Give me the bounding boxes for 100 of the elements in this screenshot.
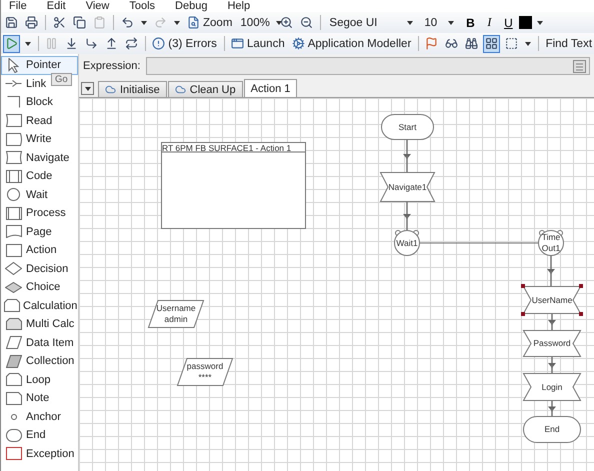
caret-icon[interactable] xyxy=(525,42,532,46)
binoculars-icon xyxy=(465,37,478,50)
dashed-square-icon xyxy=(505,37,518,50)
menu-item[interactable]: Tools xyxy=(129,0,156,12)
navigate-shape-icon xyxy=(6,151,22,164)
data-item-node[interactable]: Username admin xyxy=(148,300,204,328)
page-tab[interactable]: Action 1 xyxy=(244,79,298,97)
palette-item[interactable]: Pointer xyxy=(1,56,78,74)
exception-shape-icon xyxy=(6,447,22,460)
dataitem-shape-icon xyxy=(6,336,22,350)
palette-item[interactable]: Page xyxy=(1,222,78,241)
navigate-node[interactable]: Login xyxy=(523,373,581,401)
palette-item[interactable]: Multi Calc xyxy=(1,315,78,334)
toolbar-button[interactable]: (3) Errors xyxy=(150,34,219,52)
terminal-node[interactable]: End xyxy=(523,416,581,443)
wait-node[interactable]: Time Out1 xyxy=(538,230,564,256)
palette-item[interactable]: Write xyxy=(1,130,78,148)
calculator-icon[interactable] xyxy=(573,60,586,72)
terminal-node[interactable]: Start xyxy=(381,114,434,140)
pointer-shape-icon xyxy=(8,58,19,73)
toolbar-button[interactable]: Find Text xyxy=(544,34,594,52)
menu-item[interactable]: Help xyxy=(227,0,250,12)
wait-shape-icon xyxy=(7,188,20,202)
zoom-out-icon xyxy=(300,16,314,29)
caret-icon[interactable] xyxy=(537,20,544,24)
caret-icon[interactable] xyxy=(174,20,180,24)
process-shape-icon xyxy=(6,206,22,220)
step-over-icon xyxy=(85,37,98,50)
page-shape-icon xyxy=(6,225,22,238)
palette-item[interactable]: Decision xyxy=(1,260,78,278)
palette-item[interactable]: Anchor xyxy=(1,408,78,426)
navigate-node[interactable]: Password xyxy=(523,330,581,357)
expression-field[interactable] xyxy=(146,57,590,75)
glasses-icon xyxy=(445,37,458,50)
data-item-node[interactable]: password **** xyxy=(177,358,233,386)
palette-item[interactable]: Block xyxy=(1,93,78,112)
connector-arrow xyxy=(403,140,411,172)
palette-item[interactable]: Note xyxy=(1,389,78,408)
format-button[interactable]: U xyxy=(500,16,516,30)
menu-item[interactable]: Edit xyxy=(46,0,66,12)
caret-icon[interactable] xyxy=(141,20,147,24)
code-shape-icon xyxy=(6,170,22,183)
palette-item[interactable]: Action xyxy=(1,241,78,260)
multicalc-shape-icon xyxy=(6,318,22,331)
calculation-shape-icon xyxy=(4,299,20,312)
color-swatch[interactable] xyxy=(519,16,532,29)
palette-item[interactable]: Collection xyxy=(1,352,78,370)
menu-item[interactable]: Debug xyxy=(175,0,208,12)
block-shape-icon xyxy=(7,96,20,108)
combo-box[interactable]: Segoe UI xyxy=(326,14,418,31)
connector-arrow xyxy=(403,202,411,230)
palette-item[interactable]: Exception xyxy=(1,444,78,463)
redo-icon xyxy=(154,16,167,29)
grid-icon xyxy=(485,37,498,50)
page-tab[interactable]: Initialise xyxy=(98,81,167,97)
toolbar-button[interactable]: Application Modeller xyxy=(290,34,414,52)
link-shape-icon xyxy=(5,80,22,88)
pause-icon xyxy=(45,37,58,50)
palette-item[interactable]: Code xyxy=(1,167,78,186)
palette-item[interactable]: End xyxy=(1,426,78,444)
diagram-canvas[interactable]: RT 6PM FB SURFACE1 - Action 1 Start Navigate1 Wait1 Time Out1 UserName Password Login End Username admin password **** xyxy=(79,97,594,471)
collection-shape-icon xyxy=(6,354,22,368)
combo-box[interactable]: 10 xyxy=(421,14,460,31)
connector-arrow xyxy=(548,357,556,373)
caret-icon[interactable] xyxy=(25,42,31,46)
save-icon xyxy=(5,16,18,29)
copy-button[interactable] xyxy=(71,14,88,32)
print-icon xyxy=(25,16,38,29)
play-button[interactable] xyxy=(3,34,20,52)
navigate-node[interactable]: UserName xyxy=(523,286,581,314)
anchor-shape-icon xyxy=(10,414,16,420)
palette-item[interactable]: Wait xyxy=(1,186,78,204)
gear-icon xyxy=(292,37,305,50)
toolbar-button[interactable]: Launch xyxy=(228,34,287,52)
navigate-node[interactable]: Navigate1 xyxy=(380,172,435,202)
grid-button[interactable] xyxy=(483,34,500,52)
palette-item[interactable]: Loop xyxy=(1,370,78,389)
repeat-icon xyxy=(125,37,138,50)
page-tab[interactable]: Clean Up xyxy=(168,81,243,97)
decision-shape-icon xyxy=(5,262,22,276)
cloud-icon xyxy=(174,84,186,95)
tab-list-button[interactable] xyxy=(81,82,94,95)
subsheet-frame[interactable] xyxy=(161,142,306,229)
palette-item[interactable]: Choice xyxy=(1,278,78,296)
read-shape-icon xyxy=(6,114,22,128)
palette-item[interactable]: Read xyxy=(1,112,78,130)
menu-item[interactable]: View xyxy=(86,0,110,12)
palette-item[interactable]: Process xyxy=(1,204,78,222)
toolbar-button[interactable]: Zoom xyxy=(185,14,234,32)
palette-item[interactable]: Calculation xyxy=(1,296,78,315)
format-button[interactable]: B xyxy=(462,16,478,30)
note-shape-icon xyxy=(6,392,22,405)
combo-box[interactable]: 100% xyxy=(237,14,276,31)
wait-node[interactable]: Wait1 xyxy=(394,230,420,256)
palette-item[interactable]: Data Item xyxy=(1,334,78,352)
connector-arrow xyxy=(548,314,556,330)
menu-item[interactable]: File xyxy=(9,0,27,12)
palette-item[interactable]: Navigate xyxy=(1,148,78,167)
print-button[interactable] xyxy=(23,14,40,32)
format-button[interactable]: I xyxy=(481,15,498,30)
